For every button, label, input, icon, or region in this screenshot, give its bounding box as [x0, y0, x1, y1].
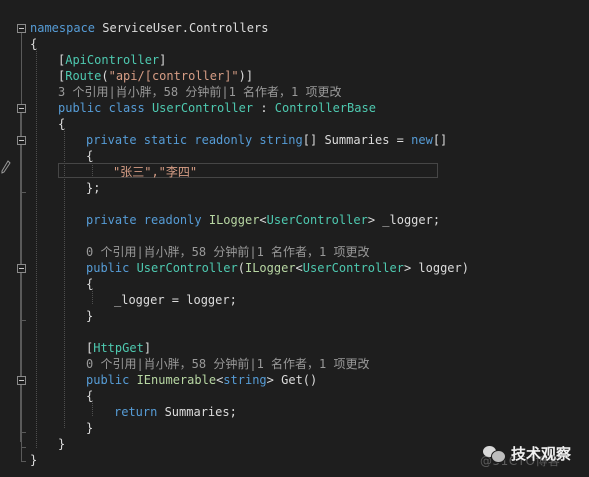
code-line[interactable]: [Route("api/[controller]")] [0, 68, 253, 84]
code-line[interactable]: { [0, 388, 93, 404]
interface-name: ILogger [208, 213, 260, 227]
brace: }; [86, 181, 101, 195]
keyword: namespace [30, 21, 96, 35]
code-line[interactable]: [ApiController] [0, 52, 166, 68]
lt: < [295, 261, 303, 275]
code-line[interactable]: public class UserController : Controller… [0, 100, 376, 116]
codelens[interactable]: 0 个引用|肖小胖，58 分钟前|1 名作者，1 项更改 [0, 244, 369, 260]
assignment: _logger = logger; [114, 293, 237, 307]
code-line[interactable]: private static readonly string[] Summari… [0, 132, 447, 148]
gt: > [266, 373, 274, 387]
brace: } [86, 421, 94, 435]
class-name: UserController [302, 261, 404, 275]
interface-name: IEnumerable [129, 373, 217, 387]
lt: < [259, 213, 267, 227]
keyword: return [114, 405, 158, 419]
brace: { [58, 117, 66, 131]
code-line[interactable]: { [0, 148, 93, 164]
codelens[interactable]: 3 个引用|肖小胖，58 分钟前|1 名作者，1 项更改 [0, 84, 341, 100]
gt: > [367, 213, 376, 227]
base-class: ControllerBase [274, 101, 376, 115]
code-line[interactable]: { [0, 276, 93, 292]
indent-guide [36, 48, 37, 448]
class-name: UserController [266, 213, 368, 227]
keyword: private [86, 213, 137, 227]
code-line[interactable]: } [0, 452, 37, 468]
keyword: string [223, 373, 267, 387]
code-line[interactable]: public UserController(ILogger<UserContro… [0, 260, 469, 276]
attribute-name: Route [65, 69, 102, 83]
code-line[interactable]: { [0, 116, 65, 132]
paren: ( [101, 69, 109, 83]
wechat-logo-icon [483, 444, 506, 463]
brace: { [86, 389, 94, 403]
codelens-text[interactable]: 0 个引用|肖小胖，58 分钟前|1 名作者，1 项更改 [86, 244, 369, 260]
codelens-text[interactable]: 3 个引用|肖小胖，58 分钟前|1 名作者，1 项更改 [58, 84, 341, 100]
keyword: readonly [187, 133, 253, 147]
keyword: static [136, 133, 188, 147]
paren: )] [238, 69, 254, 83]
ctor-name: UserController [129, 261, 238, 275]
code-line[interactable]: } [0, 308, 93, 324]
code-line[interactable]: } [0, 436, 65, 452]
code-line[interactable]: } [0, 420, 93, 436]
field-decl: [] Summaries = [302, 133, 412, 147]
codelens[interactable]: 0 个引用|肖小胖，58 分钟前|1 名作者，1 项更改 [0, 356, 369, 372]
class-name: UserController [151, 101, 254, 115]
code-line[interactable]: namespace ServiceUser.Controllers [0, 20, 268, 36]
return-value: Summaries; [157, 405, 237, 419]
attribute-name: ApiController [65, 53, 160, 67]
field-name: _logger; [375, 213, 441, 227]
colon: : [253, 101, 275, 115]
brace: } [30, 453, 38, 467]
watermark-title: 技术观察 [511, 444, 572, 463]
keyword: public [86, 373, 130, 387]
namespace-name: ServiceUser.Controllers [95, 21, 269, 35]
brace: { [86, 149, 94, 163]
brace: } [86, 309, 94, 323]
keyword: new [411, 133, 433, 147]
code-line[interactable]: [HttpGet] [0, 340, 151, 356]
paren: ( [237, 261, 245, 275]
attribute-name: HttpGet [93, 341, 144, 355]
keyword: readonly [136, 213, 202, 227]
code-line[interactable]: private readonly ILogger<UserController>… [0, 212, 440, 228]
keyword: public [58, 101, 102, 115]
interface-name: ILogger [244, 261, 296, 275]
method-name: Get() [273, 373, 318, 387]
code-editor[interactable]: namespace ServiceUser.Controllers { [Api… [0, 0, 589, 477]
code-line[interactable]: }; [0, 180, 100, 196]
string-literal: "api/[controller]" [108, 69, 239, 83]
brace: } [58, 437, 66, 451]
bracket: ] [143, 341, 152, 355]
bracket: ] [159, 53, 167, 67]
brackets: [] [432, 133, 448, 147]
brace: { [86, 277, 94, 291]
code-line[interactable]: return Summaries; [0, 404, 237, 420]
keyword: public [86, 261, 130, 275]
codelens-text[interactable]: 0 个引用|肖小胖，58 分钟前|1 名作者，1 项更改 [86, 356, 369, 372]
code-line[interactable]: "张三","李四" [0, 164, 197, 180]
code-line[interactable]: _logger = logger; [0, 292, 237, 308]
brace: { [30, 37, 38, 51]
array-values: "张三","李四" [113, 165, 198, 179]
code-line[interactable]: public IEnumerable<string> Get() [0, 372, 317, 388]
code-line[interactable]: { [0, 36, 37, 52]
keyword: private [86, 133, 137, 147]
param: logger) [411, 261, 469, 275]
keyword: class [101, 101, 152, 115]
keyword: string [252, 133, 303, 147]
watermark: 技术观察 [483, 438, 571, 468]
